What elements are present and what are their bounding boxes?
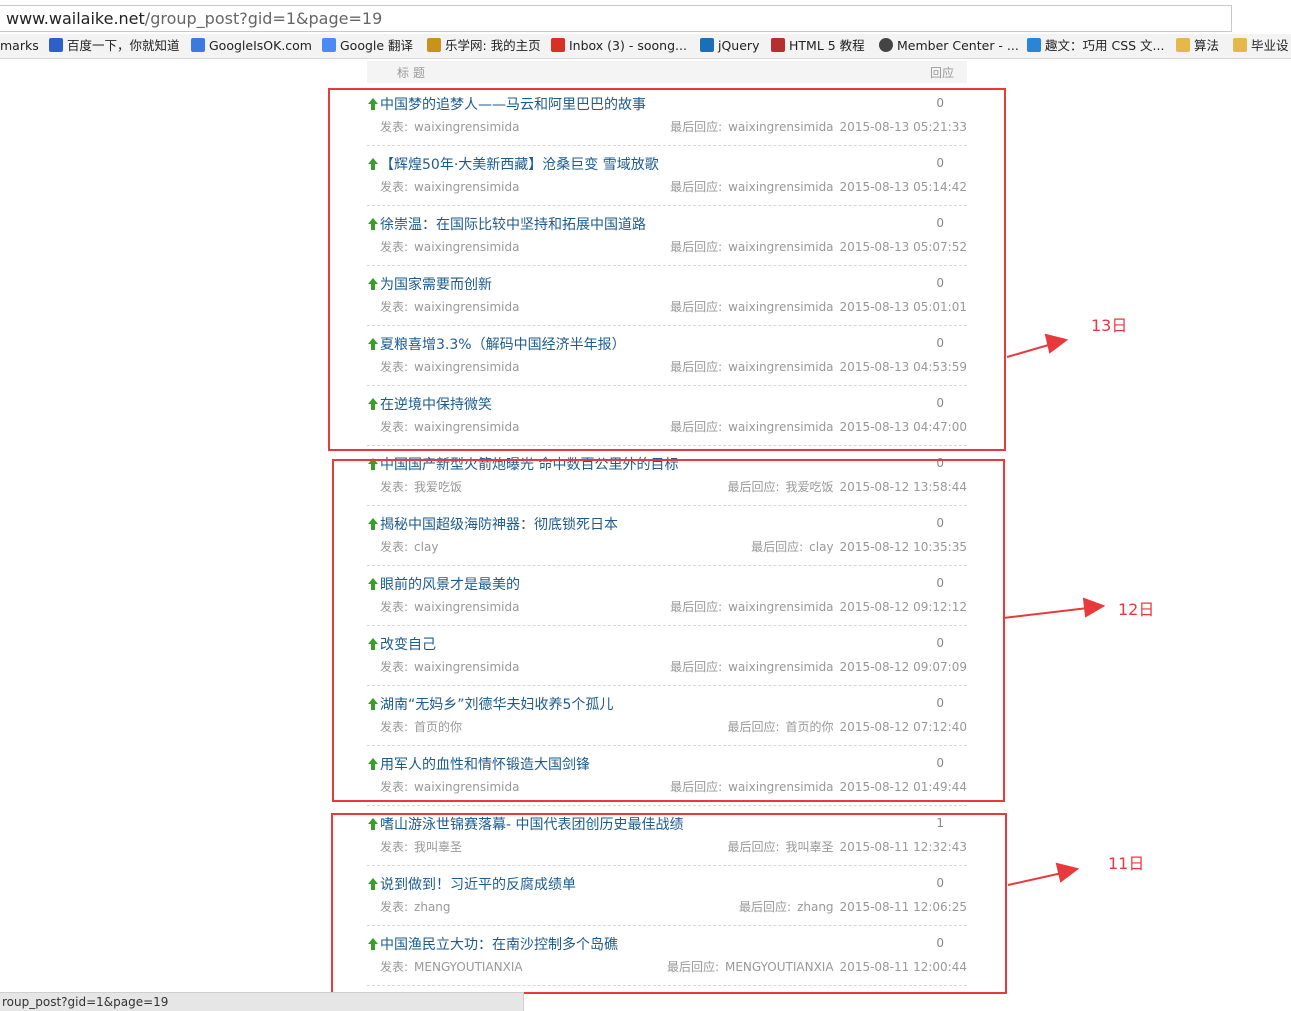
baidu-paw-icon	[49, 38, 63, 52]
url-text: www.wailaike.net/group_post?gid=1&page=1…	[6, 9, 382, 29]
bookmark-item[interactable]: GoogleIsOK.com	[191, 37, 312, 55]
bookmark-label: Member Center - ...	[897, 38, 1019, 53]
title-column-header: 标题	[397, 66, 430, 80]
bookmark-item[interactable]: Member Center - ...	[879, 37, 1019, 55]
google-translate-icon	[322, 38, 336, 52]
bookmark-label: 百度一下，你就知道	[67, 38, 180, 53]
bookmark-item[interactable]: Google 翻译	[322, 37, 413, 55]
bookmark-label: GoogleIsOK.com	[209, 38, 312, 53]
bookmark-item[interactable]: HTML 5 教程	[771, 37, 865, 55]
gmail-icon	[551, 38, 565, 52]
bookmark-label: Inbox (3) - soong...	[569, 38, 687, 53]
annotation-label-11: 11日	[1108, 854, 1145, 873]
annotation-arrowhead-13	[1044, 333, 1069, 354]
bookmark-label: Google 翻译	[340, 38, 414, 53]
annotation-arrow-11	[1007, 872, 1063, 886]
bookmark-label: 算法	[1194, 38, 1220, 53]
apple-icon	[879, 38, 893, 52]
annotation-arrow-12	[1002, 607, 1089, 619]
annotation-arrow-13	[1006, 343, 1053, 358]
annotation-box-11	[331, 813, 1007, 994]
annotation-arrowhead-12	[1082, 597, 1106, 618]
w3school-icon	[771, 38, 785, 52]
url-field[interactable]: www.wailaike.net/group_post?gid=1&page=1…	[0, 5, 1232, 32]
bookmark-item[interactable]: 算法	[1176, 37, 1219, 55]
status-url: roup_post?gid=1&page=19	[2, 995, 169, 1009]
lexue-icon	[427, 38, 441, 52]
annotation-label-13: 13日	[1091, 316, 1128, 335]
bookmark-item[interactable]: 毕业设	[1233, 37, 1289, 55]
annotation-box-12	[332, 459, 1005, 802]
folder-icon	[1176, 38, 1190, 52]
bookmark-item[interactable]: Inbox (3) - soong...	[551, 37, 687, 55]
bookmark-label: HTML 5 教程	[789, 38, 865, 53]
post-list-header: 标题 回应	[367, 61, 967, 83]
bookmark-label: marks	[0, 38, 39, 53]
annotation-label-12: 12日	[1118, 600, 1155, 619]
google-g-icon	[191, 38, 205, 52]
bookmark-item[interactable]: 乐学网: 我的主页	[427, 37, 541, 55]
replies-column-header: 回应	[929, 66, 954, 80]
url-path: /group_post?gid=1&page=19	[144, 9, 383, 28]
annotation-box-13	[328, 88, 1006, 451]
jquery-icon	[700, 38, 714, 52]
bookmarks-bar: marks 百度一下，你就知道 GoogleIsOK.com Google 翻译…	[0, 34, 1291, 59]
bookmark-item[interactable]: 百度一下，你就知道	[49, 37, 180, 55]
annotation-arrowhead-11	[1055, 862, 1080, 883]
bookmark-item[interactable]: marks	[0, 37, 39, 55]
bookmark-label: 乐学网: 我的主页	[445, 38, 541, 53]
bookmark-label: 毕业设	[1251, 38, 1289, 53]
address-bar-area: www.wailaike.net/group_post?gid=1&page=1…	[0, 0, 1291, 34]
folder-icon	[1233, 38, 1247, 52]
bookmark-label: jQuery	[718, 38, 760, 53]
status-bar: roup_post?gid=1&page=19	[0, 992, 524, 1011]
bookmark-item[interactable]: jQuery	[700, 37, 759, 55]
bookmark-item[interactable]: 趣文：巧用 CSS 文...	[1027, 37, 1164, 55]
url-host: www.wailaike.net	[6, 9, 145, 28]
b-site-icon	[1027, 38, 1041, 52]
bookmark-label: 趣文：巧用 CSS 文...	[1045, 38, 1165, 53]
